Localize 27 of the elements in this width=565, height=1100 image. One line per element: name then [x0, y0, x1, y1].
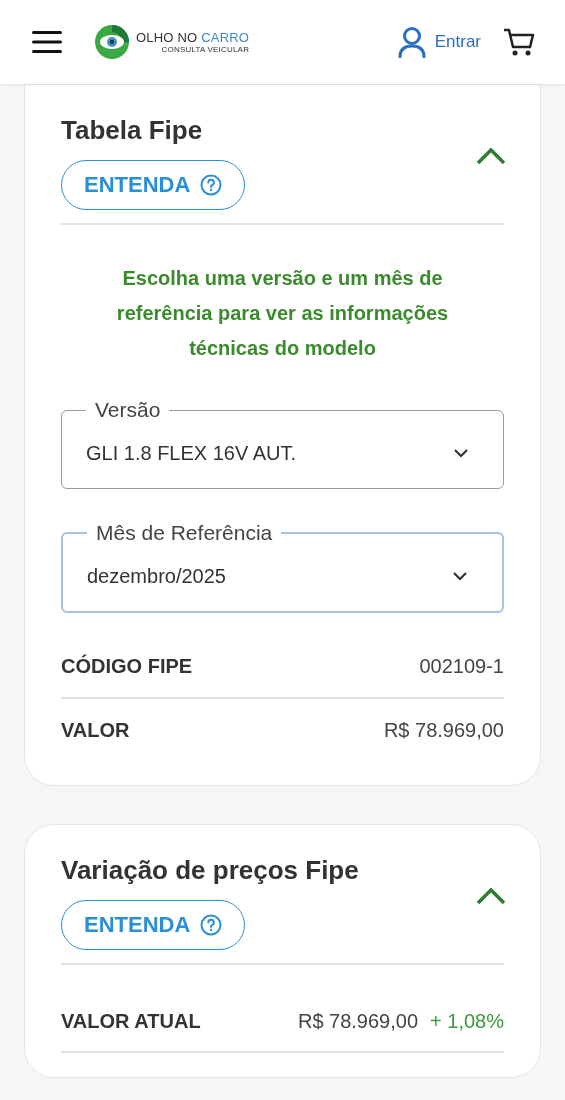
- card-title: Variação de preços Fipe: [61, 855, 359, 886]
- row-label: VALOR: [61, 718, 130, 742]
- eye-logo-icon: [94, 24, 130, 60]
- brand-tagline: CONSULTA VEICULAR: [161, 45, 250, 54]
- chevron-down-icon: [452, 571, 468, 581]
- row-value: R$ 78.969,00: [383, 718, 504, 742]
- row-label: CÓDIGO FIPE: [61, 654, 193, 678]
- card-title: Tabela Fipe: [61, 115, 204, 146]
- field-label: Versão: [94, 398, 162, 422]
- cart-icon[interactable]: [503, 27, 535, 57]
- row-label: VALOR ATUAL: [61, 1009, 201, 1033]
- login-link[interactable]: Entrar: [434, 32, 481, 52]
- instruction-text: Escolha uma versão e um mês de referência para ver as informações técnicas do modelo: [115, 266, 450, 361]
- collapse-chevron-icon[interactable]: [476, 146, 506, 165]
- chevron-down-icon: [453, 448, 469, 458]
- help-button[interactable]: ENTENDA: [61, 900, 246, 950]
- help-icon: [200, 914, 223, 936]
- help-icon: [200, 174, 223, 196]
- row-value: 002109-1: [419, 654, 504, 678]
- help-button[interactable]: ENTENDA: [61, 160, 246, 210]
- user-icon[interactable]: [396, 26, 427, 58]
- row-value: R$ 78.969,00: [297, 1009, 419, 1033]
- collapse-chevron-icon[interactable]: [476, 886, 506, 905]
- price-change: + 1,08%: [430, 1009, 504, 1033]
- field-label: Mês de Referência: [95, 521, 274, 545]
- brand-name: OLHO NO CARRO: [136, 30, 250, 45]
- menu-icon[interactable]: [32, 31, 62, 53]
